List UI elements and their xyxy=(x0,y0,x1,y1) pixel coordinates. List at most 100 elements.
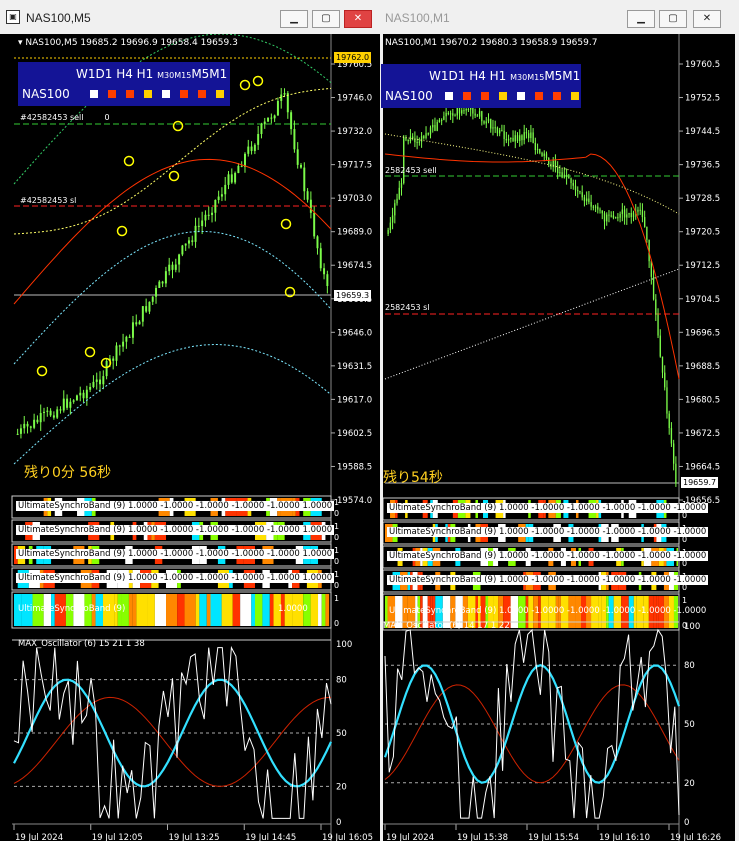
band-axis-label: 0 xyxy=(334,533,339,542)
candle-body xyxy=(253,144,256,151)
time-label: 19 Jul 15:54 xyxy=(528,833,579,841)
candle-body xyxy=(617,217,619,219)
candle-body xyxy=(463,110,465,112)
band-axis-label: 1 xyxy=(334,546,339,555)
maximize-button[interactable]: ▢ xyxy=(659,10,687,28)
candle-body xyxy=(492,127,494,129)
candle-body xyxy=(626,214,628,218)
long-ma-white xyxy=(384,268,680,380)
candle-body xyxy=(543,153,545,157)
signal-dashboard: W1D1 H4 H1 M30M15M5M1 NAS100 xyxy=(18,62,230,106)
candle-body xyxy=(400,183,403,188)
dashboard-symbol: NAS100 xyxy=(385,89,433,103)
candle-body xyxy=(619,213,621,218)
candle-body xyxy=(257,133,260,145)
candle-body xyxy=(394,203,396,216)
maximize-button[interactable]: ▢ xyxy=(312,10,340,28)
dashboard-signal-square xyxy=(126,90,134,98)
candle-body xyxy=(525,132,528,134)
candle-body xyxy=(95,379,98,382)
candle-body xyxy=(283,93,286,95)
window-titlebar[interactable]: NAS100,M1 ▁ ▢ ✕ xyxy=(383,0,735,34)
time-label: 19 Jul 13:25 xyxy=(169,833,220,841)
candle-body xyxy=(118,345,121,347)
signal-circle xyxy=(239,79,251,91)
candle-body xyxy=(521,135,523,141)
close-button[interactable]: ✕ xyxy=(344,10,372,28)
candle-body xyxy=(454,115,456,117)
candle-body xyxy=(527,133,530,139)
candle-countdown: 残り54秒 xyxy=(383,470,443,486)
candle-countdown: 残り0分 56秒 xyxy=(24,465,112,481)
candle-body xyxy=(135,322,138,325)
candle-body xyxy=(436,122,438,131)
oscillator-tick-label: 100 xyxy=(684,622,700,632)
candle-body xyxy=(26,423,29,427)
main-chart[interactable]: 19760.5 19752.5 19744.5 19736.5 19728.5 19720… xyxy=(383,34,735,841)
price-tick-label: 19664.5 xyxy=(685,462,720,472)
synchro-band-label: UltimateSynchroBand (9) 1.0000 -1.0000 -… xyxy=(387,575,709,585)
candle-body xyxy=(79,392,82,396)
signal-circle xyxy=(84,346,96,358)
main-chart[interactable]: 19760.519746.019732.019717.519703.019689… xyxy=(0,34,380,841)
candle-body xyxy=(672,443,675,464)
band-axis-label: 0 xyxy=(334,619,339,628)
close-button[interactable]: ✕ xyxy=(693,10,721,28)
candle-body xyxy=(276,100,279,116)
minimize-button[interactable]: ▁ xyxy=(627,10,655,28)
dashboard-signal-square xyxy=(198,90,206,98)
synchro-band-label: UltimateSynchroBand (9) 1.0000 -1.0000 -… xyxy=(16,525,335,535)
oscillator-tick-label: 20 xyxy=(336,782,347,792)
chart-window-m5[interactable]: ▣ NAS100,M5 ▁ ▢ ✕ 19760.5 19746.0 19732.0 1… xyxy=(0,0,384,841)
candle-body xyxy=(105,360,108,377)
candle-body xyxy=(570,178,572,184)
candle-body xyxy=(432,124,434,128)
synchro-band-bar xyxy=(210,594,222,626)
dashboard-signal-square xyxy=(445,92,453,100)
dashboard-timeframes: W1D1 H4 H1 M30M15M5M1 xyxy=(429,69,581,83)
candle-body xyxy=(398,187,400,199)
candle-body xyxy=(581,192,583,198)
candle-body xyxy=(449,113,452,115)
candle-body xyxy=(652,276,655,300)
candle-body xyxy=(559,172,561,174)
synchro-band-label: UltimateSynchroBand (9) xyxy=(18,604,126,614)
candle-body xyxy=(184,243,187,246)
candle-body xyxy=(300,164,302,168)
candle-body xyxy=(161,281,164,284)
candle-body xyxy=(659,335,661,357)
candle-body xyxy=(194,225,197,242)
band-axis-label: 1 xyxy=(334,522,339,531)
candle-body xyxy=(592,206,595,208)
candle-body xyxy=(568,176,570,179)
candle-body xyxy=(237,165,240,174)
synchro-band-label: UltimateSynchroBand (9) 1.0000 -1.0000 -… xyxy=(16,573,335,583)
price-tick-label: 19672.5 xyxy=(685,429,720,439)
candle-body xyxy=(316,236,319,249)
candle-body xyxy=(207,214,210,216)
candle-body xyxy=(514,135,516,142)
candle-body xyxy=(661,356,664,373)
candle-body xyxy=(112,358,115,361)
candle-body xyxy=(583,197,586,202)
candle-body xyxy=(46,410,49,412)
dropdown-icon[interactable]: ▾ xyxy=(18,38,23,48)
candle-body xyxy=(483,121,485,124)
window-titlebar[interactable]: ▣ NAS100,M5 ▁ ▢ ✕ xyxy=(0,0,384,34)
band-lower-outer xyxy=(13,343,332,465)
candle-body xyxy=(230,174,233,183)
candle-body xyxy=(155,288,158,297)
candle-body xyxy=(447,112,450,114)
candle-body xyxy=(456,107,458,116)
candle-body xyxy=(72,400,75,402)
synchro-band-label: UltimateSynchroBand (9) 1.0000 -1.0000 -… xyxy=(387,503,709,513)
candle-body xyxy=(56,409,59,418)
minimize-button[interactable]: ▁ xyxy=(280,10,308,28)
chart-window-m1[interactable]: NAS100,M1 ▁ ▢ ✕ 19760.5 19752.5 19744.5 197… xyxy=(381,0,735,841)
candle-body xyxy=(36,419,39,423)
candle-body xyxy=(263,121,266,125)
candle-body xyxy=(391,215,394,223)
candle-body xyxy=(290,112,293,130)
candle-body xyxy=(89,386,92,390)
candle-body xyxy=(247,146,250,154)
